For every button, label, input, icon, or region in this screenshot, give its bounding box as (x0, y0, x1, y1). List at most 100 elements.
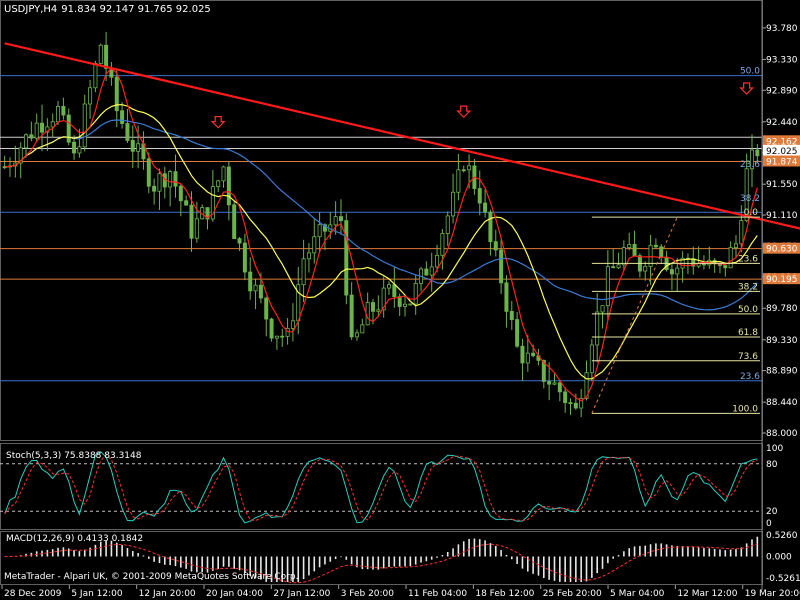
time-label-1: 5 Jan 12:00 (71, 589, 123, 599)
candle-body-18 (98, 44, 103, 64)
candle-body-98 (525, 352, 530, 364)
candle-body-52 (280, 335, 285, 338)
candle-body-5 (29, 134, 34, 139)
candle-body-41 (221, 166, 226, 182)
candle-body-105 (563, 391, 568, 404)
candle-body-4 (24, 134, 29, 149)
candle-body-141 (755, 149, 760, 157)
candle-body-107 (573, 402, 578, 409)
candle-body-24 (130, 140, 135, 152)
candle-body-13 (72, 141, 77, 154)
main-panel-frame (0, 0, 763, 441)
candle-body-57 (306, 252, 311, 260)
candle-body-12 (66, 114, 71, 143)
candle-body-27 (146, 158, 151, 187)
candle-body-114 (611, 266, 616, 269)
stoch-title: Stoch(5,3,3) 75.8388 83.3148 (6, 451, 142, 461)
candle-body-84 (451, 191, 456, 217)
fib-level-label-4: 61.8 (738, 328, 758, 338)
candle-body-126 (675, 267, 680, 275)
candle-body-64 (344, 220, 349, 296)
chart-title: USDJPY,H4 91.834 92.147 91.765 92.025 (4, 4, 211, 15)
stoch-signal-line (4, 453, 758, 522)
candle-body-72 (387, 284, 392, 289)
candle-body-40 (216, 180, 221, 187)
candle-body-28 (152, 185, 157, 192)
fib-level-label-3: 50.0 (738, 305, 758, 315)
candle-body-82 (440, 233, 445, 256)
macd-title: MACD(12,26,9) 0.4133 0.1842 (6, 534, 143, 544)
price-label-4: 90.195 (766, 275, 798, 285)
candle-body-66 (354, 332, 359, 338)
price-tick-9: 89.780 (766, 304, 798, 314)
time-label-6: 11 Feb 04:00 (408, 589, 467, 599)
price-tick-13: 88.000 (766, 429, 798, 439)
price-tick-2: 92.890 (766, 86, 798, 96)
time-label-4: 27 Jan 12:00 (273, 589, 330, 599)
candle-body-14 (77, 146, 82, 154)
price-label-3: 90.630 (766, 245, 798, 255)
candle-body-92 (493, 241, 498, 251)
ma-red-line (4, 67, 758, 402)
candle-body-42 (226, 166, 231, 206)
candle-body-76 (408, 303, 413, 306)
macd-tick-1: 0.000 (766, 553, 792, 563)
candle-body-36 (194, 218, 199, 239)
time-label-11: 19 Mar 20:00 (745, 589, 800, 599)
candle-body-7 (40, 122, 45, 133)
candle-body-6 (34, 122, 39, 139)
candle-body-58 (312, 236, 317, 254)
fib-left-label-1: 23.6 (740, 160, 760, 170)
candle-body-70 (376, 309, 381, 312)
candle-body-93 (499, 249, 504, 284)
candle-body-75 (403, 303, 408, 307)
candle-body-95 (509, 310, 514, 320)
candle-body-135 (723, 265, 728, 269)
fib-left-label-2: 38.2 (740, 194, 760, 204)
usdjpy-chart: 0.0 23.6 38.2 50.0 61.8 73.6 100.0 50.0 23.6 38.2… (0, 0, 800, 599)
candle-body-94 (504, 282, 509, 312)
candle-body-31 (168, 171, 173, 188)
candle-body-89 (477, 188, 482, 204)
candle-body-32 (173, 171, 178, 187)
down-arrow-2 (739, 82, 755, 95)
candle-body-97 (520, 345, 525, 364)
price-tick-10: 89.330 (766, 336, 798, 346)
candle-body-79 (424, 268, 429, 276)
candle-body-19 (104, 44, 109, 69)
candle-body-25 (136, 143, 141, 152)
candle-body-17 (93, 63, 98, 89)
candle-body-74 (397, 296, 402, 307)
candle-body-51 (274, 335, 279, 339)
candle-body-111 (595, 311, 600, 346)
candle-body-120 (643, 265, 648, 272)
candle-body-125 (669, 269, 674, 275)
fib-level-label-0: 0.0 (744, 208, 759, 218)
candle-body-138 (739, 220, 744, 245)
candle-body-11 (61, 105, 66, 116)
candle-body-22 (120, 110, 125, 124)
candle-body-122 (653, 244, 658, 248)
time-label-2: 12 Jan 20:00 (139, 589, 196, 599)
price-tick-6: 91.110 (766, 211, 798, 221)
candle-body-56 (301, 258, 306, 286)
overlays: 0.0 23.6 38.2 50.0 61.8 73.6 100.0 50.0 23.6 38.2… (4, 42, 800, 414)
candle-body-73 (392, 284, 397, 298)
candle-body-85 (456, 169, 461, 193)
time-label-8: 25 Feb 20:00 (543, 589, 602, 599)
price-tick-0: 93.780 (766, 24, 798, 34)
time-label-7: 18 Feb 12:00 (475, 589, 534, 599)
price-tick-3: 92.440 (766, 118, 798, 128)
price-tick-5: 91.550 (766, 180, 798, 190)
candle-body-62 (333, 216, 338, 226)
candle-body-112 (600, 305, 605, 313)
fib-left-label-0: 50.0 (740, 67, 760, 77)
candle-body-99 (531, 352, 536, 357)
time-label-10: 12 Mar 12:00 (677, 589, 737, 599)
candle-body-23 (125, 123, 130, 141)
candle-body-69 (370, 302, 375, 312)
candle-body-35 (189, 204, 194, 239)
candle-body-104 (557, 382, 562, 393)
candle-body-15 (82, 103, 87, 148)
candle-body-77 (413, 282, 418, 305)
